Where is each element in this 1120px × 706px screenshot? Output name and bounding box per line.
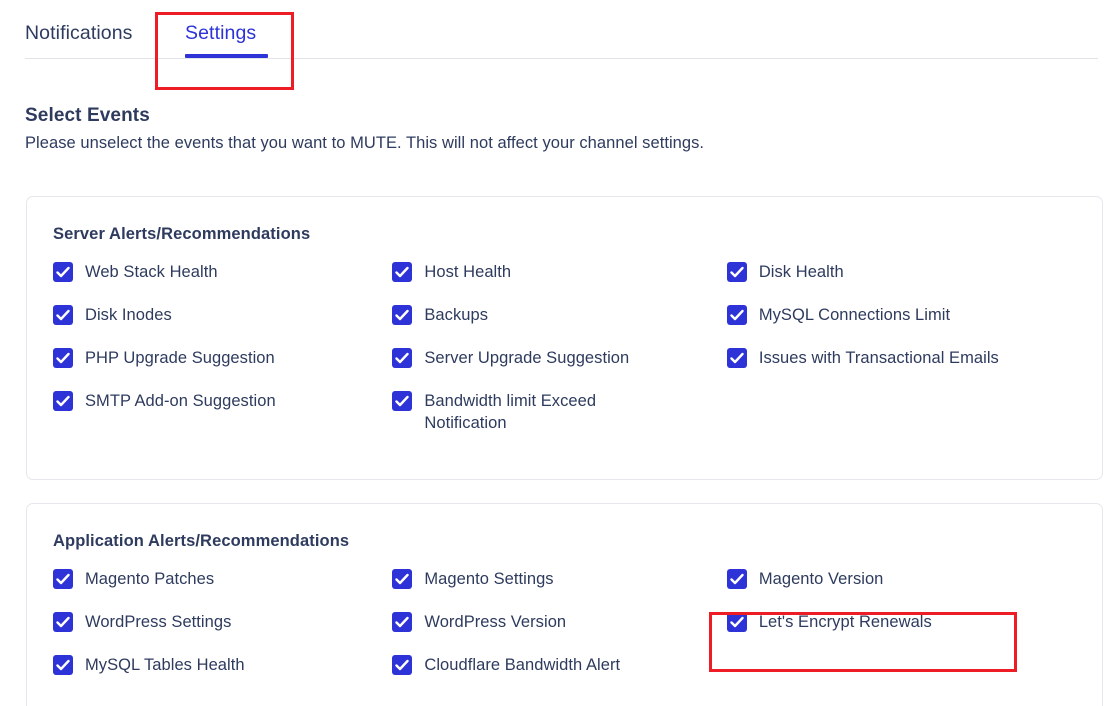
checkbox-item-issues-with-transactional-emails[interactable]: Issues with Transactional Emails [726, 347, 1082, 390]
checkbox-label: Magento Version [758, 570, 884, 588]
checkbox-item-empty [727, 654, 1082, 697]
tab-settings[interactable]: Settings [185, 22, 256, 45]
checkbox-icon[interactable] [53, 391, 73, 411]
checkbox-item-magento-patches[interactable]: Magento Patches [53, 568, 392, 611]
checkbox-label: Disk Health [758, 263, 844, 281]
checkbox-icon[interactable] [53, 262, 73, 282]
checkbox-icon[interactable] [53, 569, 73, 589]
card-server-alerts: Server Alerts/Recommendations Web Stack … [26, 196, 1103, 480]
checkbox-item-smtp-add-on-suggestion[interactable]: SMTP Add-on Suggestion [53, 390, 392, 433]
checkbox-label: Disk Inodes [85, 306, 172, 324]
checkbox-item-mysql-tables-health[interactable]: MySQL Tables Health [53, 654, 392, 697]
checkbox-label: Web Stack Health [85, 263, 218, 281]
checkbox-row: PHP Upgrade Suggestion Server Upgrade Su… [53, 347, 1082, 390]
checkbox-row: Disk Inodes Backups MySQL Connections Li… [53, 304, 1082, 347]
card-title-application-alerts: Application Alerts/Recommendations [53, 532, 350, 550]
checkbox-grid-server-alerts: Web Stack Health Host Health Disk Health [53, 261, 1082, 434]
checkbox-icon[interactable] [392, 391, 413, 411]
checkbox-item-magento-settings[interactable]: Magento Settings [392, 568, 726, 611]
checkbox-item-bandwidth-limit-exceed-notification[interactable]: Bandwidth limit Exceed Notification [392, 390, 726, 434]
checkbox-label: SMTP Add-on Suggestion [85, 392, 276, 410]
page-subtitle: Please unselect the events that you want… [25, 134, 705, 152]
checkbox-row: SMTP Add-on Suggestion Bandwidth limit E… [53, 390, 1082, 434]
checkbox-label: Server Upgrade Suggestion [424, 349, 630, 367]
checkbox-icon[interactable] [53, 305, 73, 325]
card-application-alerts: Application Alerts/Recommendations Magen… [26, 503, 1103, 706]
checkbox-item-lets-encrypt-renewals[interactable]: Let's Encrypt Renewals [726, 611, 1082, 654]
checkbox-icon[interactable] [726, 262, 747, 282]
checkbox-label: Let's Encrypt Renewals [758, 613, 932, 631]
checkbox-row: Magento Patches Magento Settings Magento… [53, 568, 1082, 611]
checkbox-icon[interactable] [53, 612, 73, 632]
checkbox-item-disk-health[interactable]: Disk Health [726, 261, 1082, 304]
checkbox-icon[interactable] [53, 348, 73, 368]
checkbox-icon[interactable] [726, 612, 747, 632]
checkbox-item-empty [727, 390, 1082, 433]
checkbox-icon[interactable] [392, 348, 413, 368]
card-title-server-alerts: Server Alerts/Recommendations [53, 225, 311, 243]
checkbox-item-php-upgrade-suggestion[interactable]: PHP Upgrade Suggestion [53, 347, 392, 390]
checkbox-item-server-upgrade-suggestion[interactable]: Server Upgrade Suggestion [392, 347, 726, 390]
checkbox-item-wordpress-settings[interactable]: WordPress Settings [53, 611, 392, 654]
checkbox-row: MySQL Tables Health Cloudflare Bandwidth… [53, 654, 1082, 697]
checkbox-icon[interactable] [53, 655, 73, 675]
checkbox-label: Bandwidth limit Exceed Notification [424, 392, 597, 432]
checkbox-icon[interactable] [392, 569, 413, 589]
checkbox-item-magento-version[interactable]: Magento Version [726, 568, 1082, 611]
checkbox-label: PHP Upgrade Suggestion [85, 349, 275, 367]
checkbox-item-mysql-connections-limit[interactable]: MySQL Connections Limit [726, 304, 1082, 347]
checkbox-row: WordPress Settings WordPress Version Let… [53, 611, 1082, 654]
tab-bar-divider [25, 58, 1098, 59]
checkbox-label: Host Health [424, 263, 512, 281]
checkbox-icon[interactable] [392, 612, 413, 632]
checkbox-item-wordpress-version[interactable]: WordPress Version [392, 611, 726, 654]
checkbox-label: WordPress Settings [85, 613, 232, 631]
checkbox-item-host-health[interactable]: Host Health [392, 261, 726, 304]
checkbox-item-disk-inodes[interactable]: Disk Inodes [53, 304, 392, 347]
checkbox-icon[interactable] [726, 348, 747, 368]
checkbox-label: Issues with Transactional Emails [758, 349, 999, 367]
tab-notifications[interactable]: Notifications [25, 22, 133, 45]
tab-settings-active-underline [185, 54, 268, 58]
page-title: Select Events [25, 105, 150, 126]
checkbox-icon[interactable] [392, 655, 413, 675]
checkbox-label: Cloudflare Bandwidth Alert [424, 656, 621, 674]
checkbox-icon[interactable] [392, 262, 413, 282]
settings-page: Notifications Settings Select Events Ple… [0, 0, 1120, 706]
checkbox-label: WordPress Version [424, 613, 567, 631]
checkbox-label: Magento Settings [424, 570, 554, 588]
checkbox-icon[interactable] [392, 305, 413, 325]
checkbox-icon[interactable] [726, 569, 747, 589]
checkbox-label: Backups [424, 306, 489, 324]
checkbox-label: Magento Patches [85, 570, 215, 588]
checkbox-row: Web Stack Health Host Health Disk Health [53, 261, 1082, 304]
checkbox-label: MySQL Tables Health [85, 656, 245, 674]
checkbox-grid-application-alerts: Magento Patches Magento Settings Magento… [53, 568, 1082, 697]
checkbox-label: MySQL Connections Limit [758, 306, 951, 324]
checkbox-item-web-stack-health[interactable]: Web Stack Health [53, 261, 392, 304]
checkbox-icon[interactable] [726, 305, 747, 325]
checkbox-item-backups[interactable]: Backups [392, 304, 726, 347]
tab-bar: Notifications Settings [0, 0, 1120, 59]
checkbox-item-cloudflare-bandwidth-alert[interactable]: Cloudflare Bandwidth Alert [392, 654, 726, 697]
